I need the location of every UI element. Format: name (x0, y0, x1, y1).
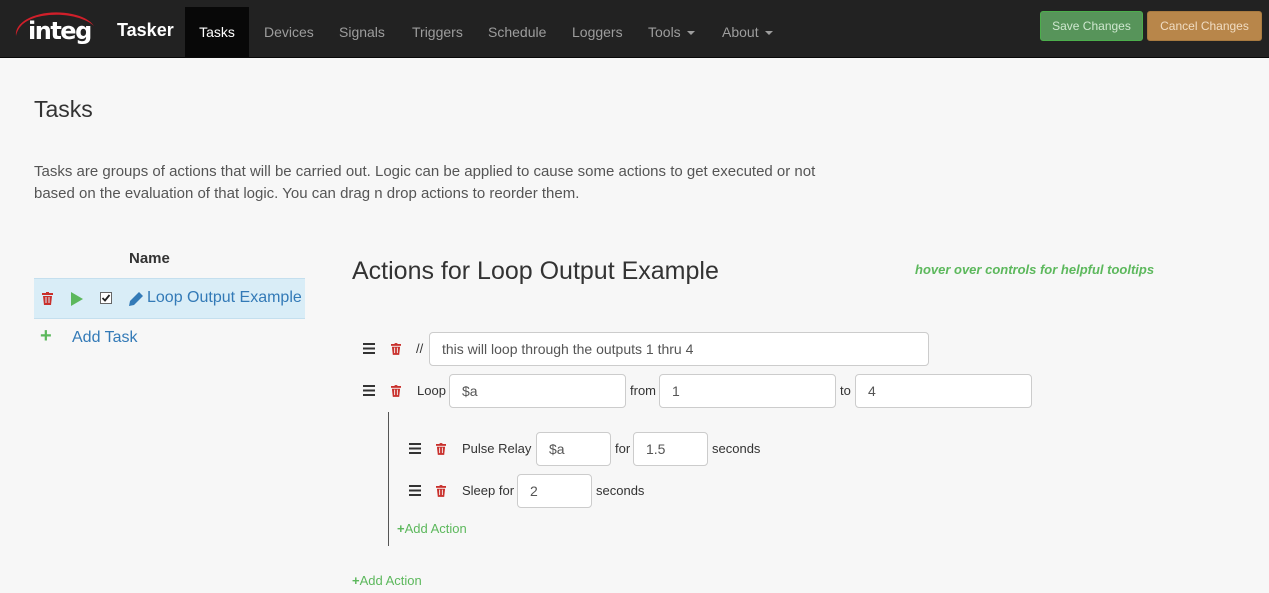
cancel-changes-button[interactable]: Cancel Changes (1147, 11, 1262, 41)
add-task-plus-icon[interactable]: + (40, 325, 52, 348)
comment-input[interactable]: this will loop through the outputs 1 thr… (429, 332, 929, 366)
nav-loggers-label: Loggers (572, 24, 623, 40)
enabled-checkbox[interactable] (100, 292, 112, 304)
nav-tools-label: Tools (648, 24, 681, 40)
chevron-down-icon (764, 31, 773, 36)
plus-icon: + (352, 573, 360, 588)
pulse-relay-input[interactable]: $a (536, 432, 611, 466)
drag-handle-icon[interactable] (409, 443, 421, 454)
loop-from-label: from (630, 383, 656, 398)
play-icon[interactable] (71, 292, 83, 306)
inner-add-action-link[interactable]: +Add Action (397, 521, 467, 536)
outer-add-action-label: Add Action (359, 573, 422, 588)
trash-icon[interactable] (391, 343, 401, 355)
save-changes-button[interactable]: Save Changes (1040, 11, 1143, 41)
loop-variable-input[interactable]: $a (449, 374, 626, 408)
pulse-relay-label: Pulse Relay (462, 441, 532, 456)
nav-loggers[interactable]: Loggers (572, 7, 623, 57)
pulse-unit-label: seconds (712, 441, 761, 456)
nav-tasks[interactable]: Tasks (185, 7, 249, 57)
pulse-duration-input[interactable]: 1.5 (633, 432, 708, 466)
sleep-duration-input[interactable]: 2 (517, 474, 592, 508)
sleep-label: Sleep for (462, 483, 515, 498)
outer-add-action-link[interactable]: +Add Action (352, 573, 422, 588)
nav-about-label: About (722, 24, 759, 40)
actions-title: Actions for Loop Output Example (352, 257, 719, 285)
chevron-down-icon (686, 31, 695, 36)
trash-icon[interactable] (42, 292, 53, 305)
trash-icon[interactable] (436, 485, 446, 497)
nav-tasks-label: Tasks (199, 24, 235, 40)
loop-from-input[interactable]: 1 (659, 374, 836, 408)
nav-signals[interactable]: Signals (339, 7, 385, 57)
task-name-column-header: Name (129, 250, 170, 267)
nav-devices[interactable]: Devices (264, 7, 314, 57)
app-brand[interactable]: Tasker (117, 20, 174, 41)
nav-triggers-label: Triggers (412, 24, 463, 40)
drag-handle-icon[interactable] (409, 485, 421, 496)
nav-schedule-label: Schedule (488, 24, 547, 40)
logo-text: integ (28, 17, 92, 45)
pulse-for-label: for (615, 441, 631, 456)
nav-schedule[interactable]: Schedule (488, 7, 546, 57)
navbar: integ Tasker Tasks Devices Signals Trigg… (0, 0, 1269, 58)
add-task-link[interactable]: Add Task (72, 329, 138, 347)
integ-logo[interactable]: integ (12, 6, 98, 50)
drag-handle-icon[interactable] (363, 343, 375, 354)
page-intro: Tasks are groups of actions that will be… (34, 163, 816, 202)
loop-to-label: to (840, 383, 851, 398)
comment-prefix: // (416, 341, 424, 356)
plus-icon: + (397, 521, 405, 536)
trash-icon[interactable] (436, 443, 446, 455)
pencil-icon[interactable] (129, 292, 143, 306)
nav-tools-dropdown[interactable]: Tools (648, 7, 695, 57)
inner-add-action-label: Add Action (404, 521, 467, 536)
nav-about-dropdown[interactable]: About (722, 7, 773, 57)
drag-handle-icon[interactable] (363, 385, 375, 396)
tooltip-hint: hover over controls for helpful tooltips (915, 262, 1155, 277)
loop-label: Loop (417, 383, 446, 398)
nav-devices-label: Devices (264, 24, 314, 40)
loop-block-divider (388, 412, 389, 546)
nav-triggers[interactable]: Triggers (412, 7, 463, 57)
page-title: Tasks (34, 96, 93, 122)
nav-signals-label: Signals (339, 24, 385, 40)
trash-icon[interactable] (391, 385, 401, 397)
sleep-unit-label: seconds (596, 483, 645, 498)
task-link[interactable]: Loop Output Example (147, 289, 302, 307)
loop-to-input[interactable]: 4 (855, 374, 1032, 408)
